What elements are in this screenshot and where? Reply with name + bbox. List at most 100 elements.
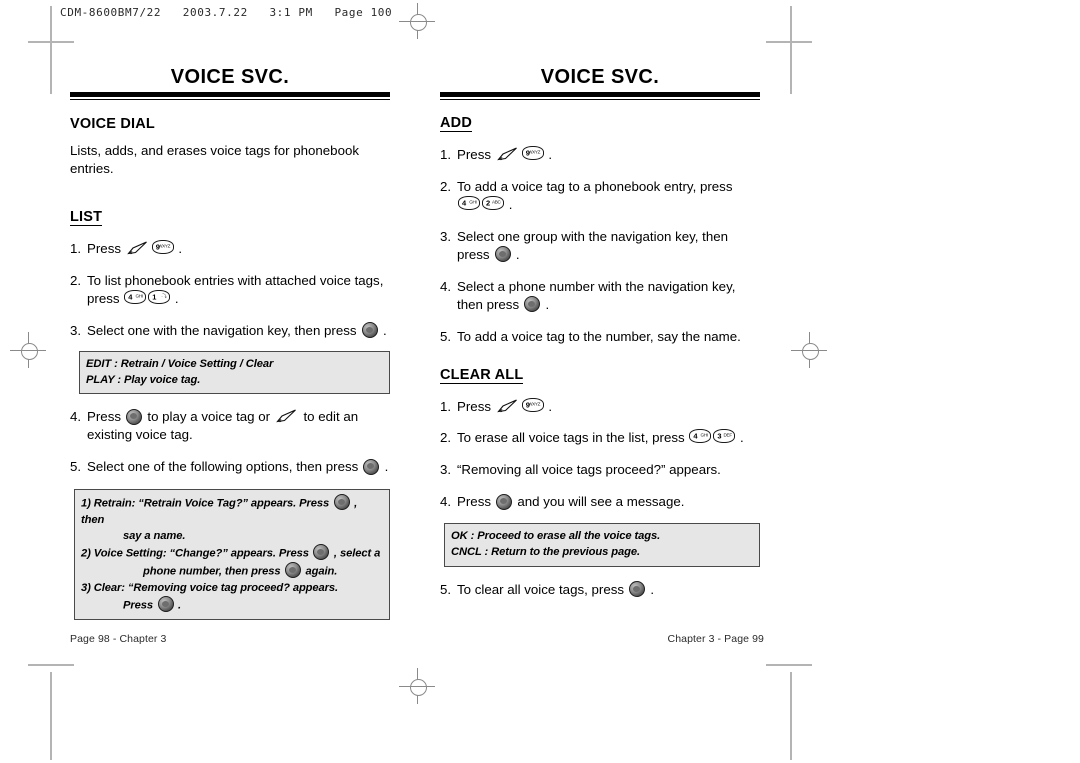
step-body: “Removing all voice tags proceed?” appea… [457,462,721,478]
pen-icon [275,409,298,423]
crop-mark-topright-h [766,41,812,43]
step-body: Press to play a voice tag or to edit an … [87,408,390,444]
note-option-3-cont: Press . [81,596,383,614]
crop-mark-left-top [50,6,52,94]
key-4-number: 4 [693,431,698,441]
note-line-ok: OK : Proceed to erase all the voice tags… [451,530,661,543]
note-line-edit: EDIT : Retrain / Voice Setting / Clear [86,357,274,370]
step-text-after: . [646,581,655,597]
pen-icon [496,147,519,161]
key-9: 9 WXYZ [151,240,174,255]
note-option-1-text: 1) Retrain: “Retrain Voice Tag?” appears… [81,497,333,510]
ok-button-icon [126,408,143,425]
key-2: 2 ABC [482,195,504,210]
step-number: 3. [70,322,82,338]
title-rule-thin-left [70,99,390,100]
step-body: Press and you will see a message. [457,493,760,511]
ok-button-icon [524,296,541,313]
list-step-2: 2. To list phonebook entries with attach… [70,272,390,308]
step-number: 1. [70,241,82,257]
key-4-letters: GHI [469,199,477,205]
step-text-after: . [174,241,183,257]
ok-button-icon [629,581,646,598]
step-body: Select one with the navigation key, then… [87,322,390,340]
registration-circle-bottom [409,678,427,696]
key-4: 4 GHI [689,429,712,444]
ok-button-icon [363,458,380,475]
clear-step-2: 2. To erase all voice tags in the list, … [440,429,760,447]
note-option-2-text-d: again. [302,565,338,578]
step-text-after: . [544,398,553,414]
registration-mark-left [10,332,46,368]
clear-step-4: 4. Press and you will see a message. [440,493,760,511]
step-body: To add a voice tag to a phonebook entry,… [457,178,760,214]
registration-circle-top [409,13,427,31]
registration-mark-bottom [399,668,435,704]
note-option-1-cont: say a name. [123,530,186,543]
step-number: 2. [440,430,452,446]
registration-mark-top [399,3,435,39]
step-text: Select one of the following options, the… [87,459,362,475]
registration-circle-left [20,342,38,360]
key-9: 9 WXYZ [521,146,544,160]
key-4: 4 GHI [124,289,147,304]
step-body: To list phonebook entries with attached … [87,272,390,308]
add-step-3: 3. Select one group with the navigation … [440,228,760,264]
crop-mark-left-bottom [50,672,52,760]
key-4-number: 4 [128,292,133,302]
key-2-letters: ABC [491,199,501,205]
step-text-after: . [505,196,513,212]
step-number: 4. [440,278,452,294]
step-body: Press 9 WXYZ . [457,146,760,164]
ok-button-icon [333,494,350,511]
step-text-after: . [512,246,520,262]
registration-circle-right [801,342,819,360]
plate-header-text: CDM-8600BM7/22 2003.7.22 3:1 PM Page 100 [60,6,393,19]
title-rule-thick-left [70,92,390,97]
step-text-after: . [379,322,387,338]
list-step-4: 4. Press to play a voice tag or to edit … [70,408,390,444]
step-body: Select one of the following options, the… [87,458,390,476]
key-9-letters: WXYZ [528,149,541,155]
subheading-list: LIST [70,209,103,227]
note-option-3-text-b: Press [123,599,156,612]
note-option-1: 1) Retrain: “Retrain Voice Tag?” appears… [81,494,383,528]
ok-button-icon [496,493,513,510]
crop-mark-topleft-h [28,41,74,43]
add-step-4: 4. Select a phone number with the naviga… [440,278,760,314]
note-option-2-text-c: phone number, then press [143,565,284,578]
step-text: Press [87,241,125,257]
heading-voice-dial: VOICE DIAL [70,116,155,132]
note-box-edit-play: EDIT : Retrain / Voice Setting / Clear P… [79,350,390,395]
note-option-2: 2) Voice Setting: “Change?” appears. Pre… [81,544,383,562]
crop-mark-right-bottom [790,672,792,760]
key-4: 4 GHI [458,195,480,210]
step-number: 2. [70,273,82,289]
subheading-clear-all: CLEAR ALL [440,366,524,384]
ok-button-icon [361,322,378,339]
pen-icon [126,241,149,255]
registration-mark-right [791,332,827,368]
step-body: To add a voice tag to the number, say th… [457,328,741,344]
crop-mark-right-top [790,6,792,94]
key-9-letters: WXYZ [158,243,171,249]
step-number: 4. [440,494,452,510]
clear-step-3: 3. “Removing all voice tags proceed?” ap… [440,461,760,479]
left-page-column: VOICE SVC. VOICE DIAL Lists, adds, and e… [70,66,390,620]
key-1: 1 ·⤵ [148,289,171,304]
key-1-symbol: ·⤵ [161,293,167,299]
step-number: 2. [440,178,452,194]
step-text-mid: to play a voice tag or [143,409,274,425]
step-text-after: . [541,296,550,312]
footer-right: Chapter 3 - Page 99 [667,633,764,645]
crop-mark-bottomleft-h [28,664,74,666]
key-4-number: 4 [462,198,467,208]
step-text: Press [457,147,495,162]
step-text: Press [457,398,495,414]
key-4-letters: GHI [135,293,143,299]
key-2-number: 2 [486,198,491,208]
step-body: To erase all voice tags in the list, pre… [457,429,760,447]
step-text: To erase all voice tags in the list, pre… [457,430,689,446]
page-title-right: VOICE SVC. [540,66,660,88]
key-9-letters: WXYZ [528,401,541,407]
